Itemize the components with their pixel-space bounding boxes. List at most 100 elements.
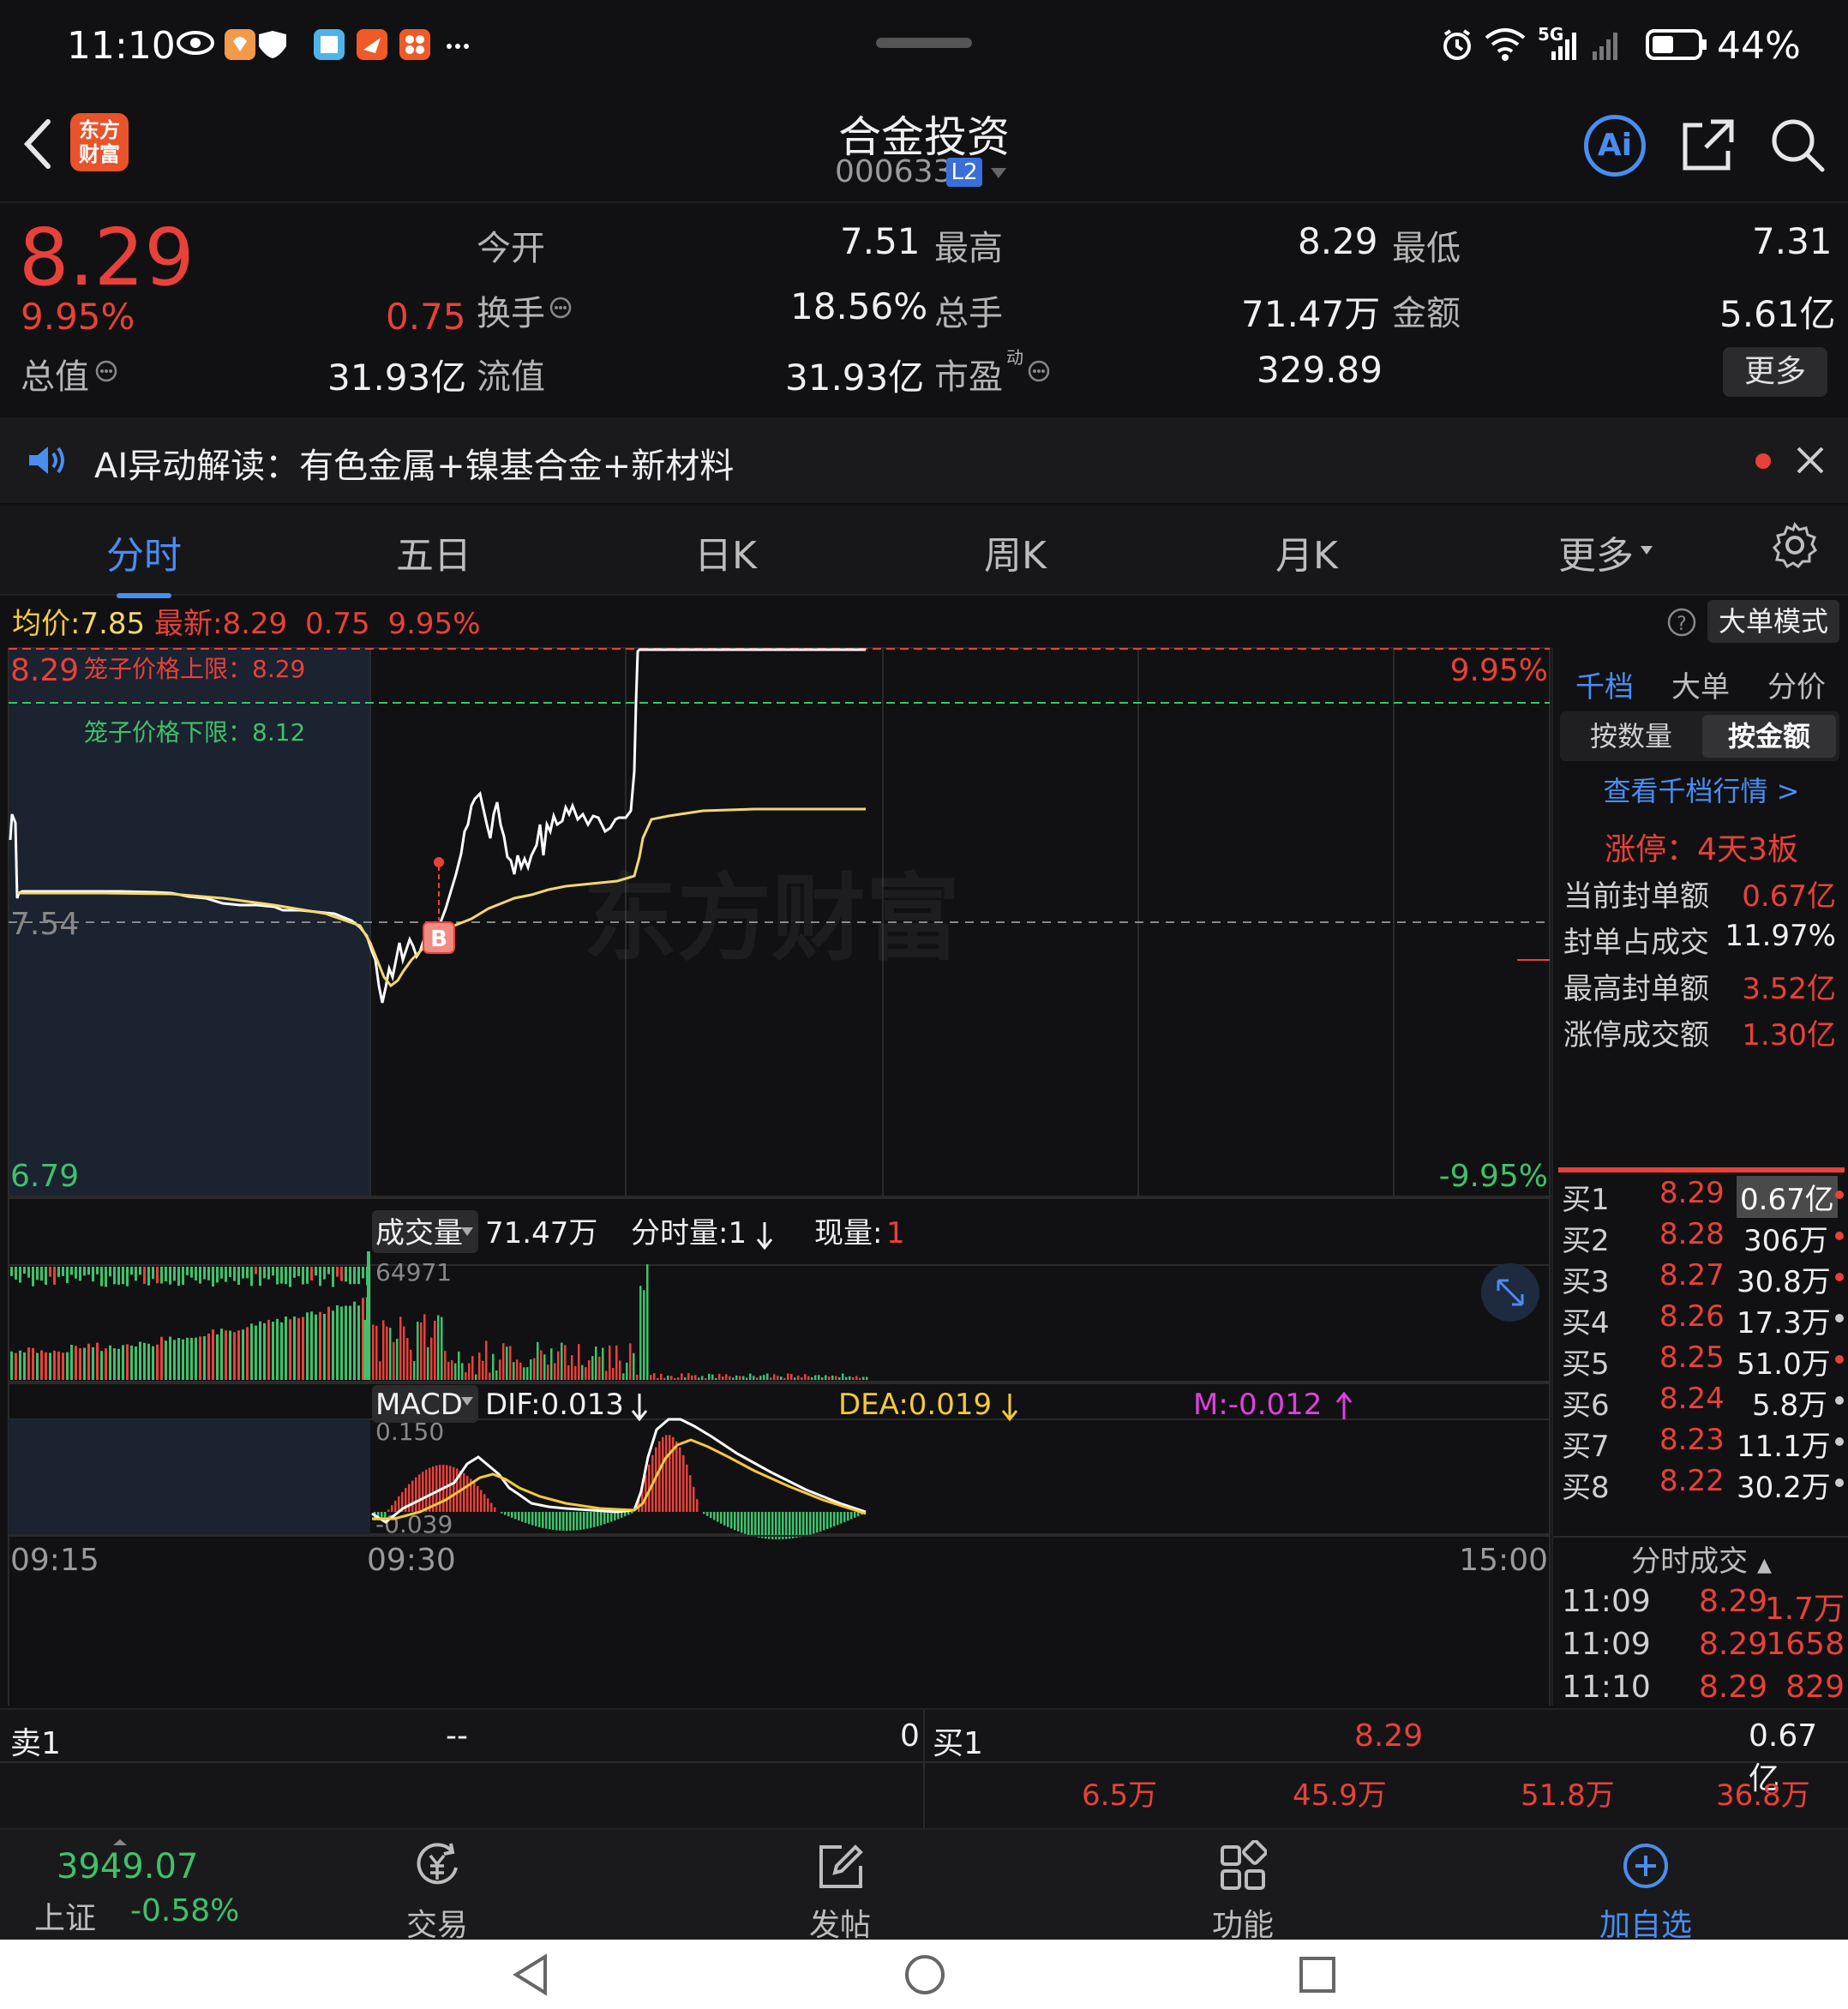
macd-bar [422, 1472, 424, 1512]
volume-bar [357, 1305, 360, 1380]
side-tab-price-distribution[interactable]: 分价 [1767, 663, 1826, 705]
tab-daily-k[interactable]: 日K [694, 525, 757, 579]
macd-bar [816, 1512, 819, 1533]
volume-bar [773, 1374, 776, 1380]
info-icon[interactable] [549, 296, 573, 323]
volume-bar [285, 1316, 287, 1380]
recents-square-icon[interactable] [1298, 1955, 1337, 1998]
search-icon[interactable] [1769, 117, 1826, 177]
toggle-by-quantity[interactable]: 按数量 [1567, 717, 1695, 756]
macd-bar [480, 1490, 483, 1512]
macd-bar [717, 1512, 719, 1522]
close-icon[interactable] [1795, 445, 1826, 479]
volume-bar [753, 1376, 755, 1380]
ai-alert-bar[interactable]: AI异动解读：有色金属+镍基合金+新材料 [0, 417, 1848, 503]
more-quote-button[interactable]: 更多 [1723, 347, 1827, 397]
macd-bar [765, 1512, 767, 1539]
volume-bar [302, 1267, 304, 1285]
tab-weekly-k[interactable]: 周K [984, 525, 1047, 579]
bid-row[interactable]: 买5 8.25 51.0万 [1562, 1340, 1845, 1382]
macd-bar [408, 1484, 411, 1512]
tab-monthly-k[interactable]: 月K [1275, 525, 1338, 579]
volume-bar [242, 1329, 244, 1380]
macd-bar [387, 1509, 390, 1512]
index-ticker[interactable]: 3949.07 上证 -0.58% [26, 1830, 249, 1941]
volume-bar [285, 1267, 287, 1285]
open-label: 今开 [477, 229, 545, 268]
ai-button[interactable]: Ai [1584, 115, 1646, 177]
volume-bar [790, 1374, 793, 1380]
big-order-mode-button[interactable]: 大单模式 [1707, 600, 1839, 643]
volume-bar [742, 1376, 745, 1380]
nav-add-watchlist[interactable]: 加自选 [1560, 1830, 1731, 1943]
toggle-by-amount[interactable]: 按金额 [1702, 715, 1836, 758]
sell1-volume: 0 [900, 1718, 920, 1754]
view-thousand-level-link[interactable]: 查看千档行情 > [1553, 770, 1848, 809]
volume-bar [574, 1365, 577, 1380]
nav-functions[interactable]: 功能 [1157, 1830, 1329, 1943]
bid-row[interactable]: 买8 8.22 30.2万 [1562, 1464, 1845, 1505]
bottom-nav: 3949.07 上证 -0.58% 交易 发帖 功能 加自选 [0, 1828, 1848, 1943]
macd-bar [549, 1512, 551, 1530]
nav-post[interactable]: 发帖 [754, 1830, 926, 1943]
macd-bar [566, 1512, 568, 1531]
ticks-title[interactable]: 分时成交 ▲ [1553, 1538, 1848, 1580]
volume-bar [595, 1346, 597, 1380]
side-tab-big-order[interactable]: 大单 [1671, 663, 1730, 705]
volume-bar [646, 1264, 649, 1380]
share-icon[interactable] [1680, 117, 1737, 177]
level2-badge[interactable]: L2 [946, 158, 982, 187]
macd-bar [792, 1512, 795, 1538]
macd-selector-label: MACD [375, 1388, 463, 1422]
volume-bar [259, 1321, 261, 1380]
tab-intraday[interactable]: 分时 [106, 525, 182, 579]
gear-icon[interactable] [1771, 521, 1819, 573]
bid-row[interactable]: 买2 8.28 306万 [1562, 1217, 1845, 1258]
bid-row[interactable]: 买6 8.24 5.8万 [1562, 1382, 1845, 1423]
volume-bar [242, 1267, 244, 1279]
back-triangle-icon[interactable] [511, 1953, 550, 2000]
macd-bar [758, 1512, 760, 1538]
side-tab-thousand-level[interactable]: 千档 [1575, 663, 1634, 705]
volume-bar [353, 1267, 356, 1285]
tab-five-day[interactable]: 五日 [396, 525, 471, 579]
home-circle-icon[interactable] [903, 1953, 946, 2000]
volume-bar [156, 1267, 159, 1284]
volume-bar [23, 1352, 26, 1380]
macd-bar [850, 1512, 853, 1520]
volume-bar [389, 1328, 392, 1380]
stat-label: 封单占成交 [1563, 926, 1709, 960]
help-icon[interactable]: ? [1666, 607, 1697, 641]
info-icon[interactable] [94, 359, 118, 387]
tab-more[interactable]: 更多 [1558, 525, 1634, 579]
info-icon[interactable] [1027, 359, 1051, 387]
volume-selector-label: 成交量 [375, 1216, 463, 1250]
volume-bar [540, 1350, 543, 1380]
watermark: 东方财富 [583, 864, 960, 974]
volume-bar [454, 1363, 457, 1380]
chart-canvas[interactable]: 8.29 笼子价格上限：8.29 笼子价格下限：8.12 7.54 6.79 9… [0, 600, 1551, 1706]
arrow-down-icon [631, 1394, 648, 1422]
bid-row[interactable]: 买4 8.26 17.3万 [1562, 1299, 1845, 1340]
bid-row[interactable]: 买7 8.23 11.1万 [1562, 1423, 1845, 1464]
nav-trade[interactable]: 交易 [351, 1830, 523, 1943]
macd-bar [693, 1486, 695, 1512]
volume-bar [399, 1316, 402, 1380]
volume-bar [225, 1267, 227, 1282]
volume-bar [478, 1352, 481, 1380]
macd-bar [658, 1441, 661, 1512]
macd-bar [483, 1494, 486, 1512]
tick-volume: 分时量:1 [631, 1216, 747, 1250]
chevron-down-icon[interactable] [989, 166, 1008, 183]
volume-bar [801, 1376, 803, 1380]
ticks-title-label: 分时成交 [1631, 1544, 1749, 1579]
volume-bar [657, 1377, 659, 1380]
bid-row[interactable]: 买3 8.27 30.8万 [1562, 1258, 1845, 1299]
bid-row[interactable]: 买1 8.29 0.67亿 [1562, 1176, 1845, 1218]
total-value: 31.93亿 [327, 357, 467, 399]
volume-bar [203, 1267, 206, 1280]
signal-icon [1550, 27, 1627, 65]
volume-bar [117, 1267, 120, 1285]
volume-bar [694, 1375, 697, 1380]
expand-button[interactable] [1481, 1263, 1539, 1322]
